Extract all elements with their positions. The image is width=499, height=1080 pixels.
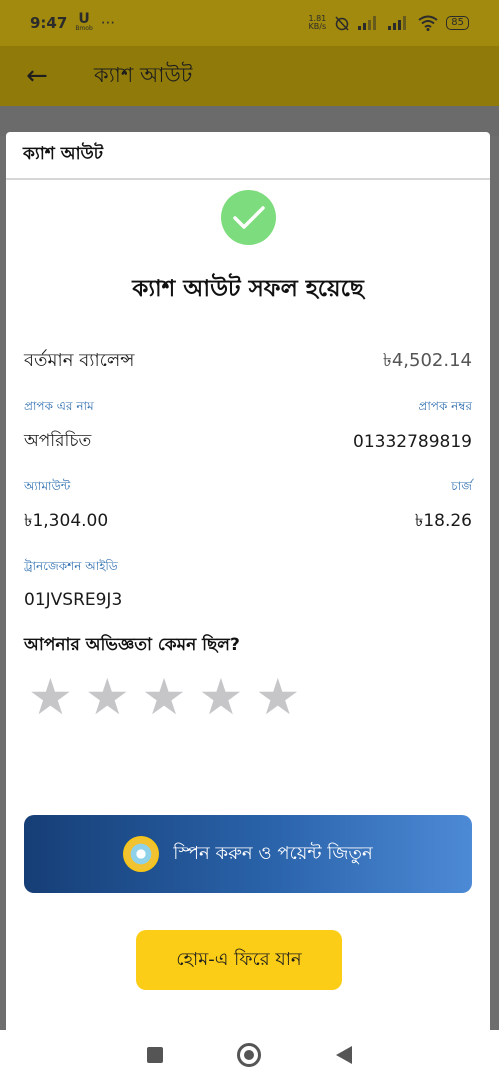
- navigation-bar: [0, 1030, 499, 1080]
- wifi-icon: [418, 15, 438, 31]
- status-time: 9:47: [30, 14, 68, 32]
- cashout-result-sheet: ক্যাশ আউট ক্যাশ আউট সফল হয়েছে বর্তমান ব…: [6, 132, 490, 1030]
- signal-icon: [358, 16, 377, 30]
- home-button-label: হোম-এ ফিরে যান: [176, 948, 302, 970]
- arrow-left-icon[interactable]: ←: [26, 61, 66, 91]
- status-bar: 9:47 U Bmob ··· 1.81 KB/s 85: [0, 0, 499, 46]
- amount-value: ৳1,304.00: [24, 511, 109, 531]
- balance-value: ৳4,502.14: [382, 350, 472, 371]
- amount-values-row: ৳1,304.00 ৳18.26: [24, 508, 472, 536]
- receiver-name: অপরিচিত: [24, 431, 92, 451]
- star-icon[interactable]: ★: [28, 672, 73, 722]
- sheet-title: ক্যাশ আউট: [23, 144, 104, 164]
- receiver-labels-row: প্রাপক এর নাম প্রাপক নম্বর: [24, 398, 472, 418]
- spin-wheel-icon: [123, 836, 160, 872]
- notification-icon: U Bmob: [75, 11, 93, 33]
- notification-sub: Bmob: [75, 25, 93, 32]
- home-icon[interactable]: [237, 1043, 262, 1067]
- txn-id-value: 01JVSRE9J3: [24, 590, 123, 610]
- alarm-off-icon: [335, 16, 349, 31]
- sheet-header: ক্যাশ আউট: [6, 132, 490, 180]
- charge-label: চার্জ: [451, 479, 472, 493]
- notification-glyph: U: [78, 11, 90, 27]
- network-speed-unit: KB/s: [308, 22, 327, 31]
- receiver-number-label: প্রাপক নম্বর: [418, 399, 472, 413]
- charge-value: ৳18.26: [414, 511, 472, 531]
- recent-apps-icon[interactable]: [147, 1047, 164, 1063]
- network-speed: 1.81 KB/s: [308, 15, 326, 31]
- balance-label: বর্তমান ব্যালেন্স: [24, 350, 135, 371]
- signal-icon-2: [388, 16, 407, 30]
- check-circle-icon: [221, 190, 276, 245]
- receiver-number: 01332789819: [353, 432, 472, 452]
- txn-id-label: ট্রানজেকশন আইডি: [24, 559, 118, 573]
- back-icon[interactable]: [335, 1046, 352, 1064]
- star-icon[interactable]: ★: [255, 672, 300, 722]
- app-bar-title: ক্যাশ আউট: [94, 62, 193, 87]
- more-notifications-icon: ···: [100, 14, 116, 32]
- battery-icon: 85: [446, 16, 469, 30]
- amount-label: অ্যামাউন্ট: [24, 479, 71, 493]
- spin-button-label: স্পিন করুন ও পয়েন্ট জিতুন: [173, 842, 373, 864]
- star-icon[interactable]: ★: [142, 672, 187, 722]
- receiver-values-row: অপরিচিত 01332789819: [24, 428, 472, 456]
- rating-stars: ★ ★ ★ ★ ★: [28, 672, 300, 722]
- feedback-question: আপনার অভিজ্ঞতা কেমন ছিল?: [24, 635, 240, 655]
- go-home-button[interactable]: হোম-এ ফিরে যান: [136, 930, 342, 990]
- success-title: ক্যাশ আউট সফল হয়েছে: [132, 276, 364, 302]
- star-icon[interactable]: ★: [85, 672, 130, 722]
- amount-labels-row: অ্যামাউন্ট চার্জ: [24, 478, 472, 498]
- app-bar: ← ক্যাশ আউট: [0, 46, 499, 106]
- balance-row: বর্তমান ব্যালেন্স ৳4,502.14: [24, 346, 472, 377]
- spin-and-win-button[interactable]: স্পিন করুন ও পয়েন্ট জিতুন: [24, 815, 472, 893]
- receiver-name-label: প্রাপক এর নাম: [24, 399, 94, 413]
- txn-label-row: ট্রানজেকশন আইডি: [24, 558, 472, 578]
- star-icon[interactable]: ★: [198, 672, 243, 722]
- txn-value-row: 01JVSRE9J3: [24, 590, 472, 610]
